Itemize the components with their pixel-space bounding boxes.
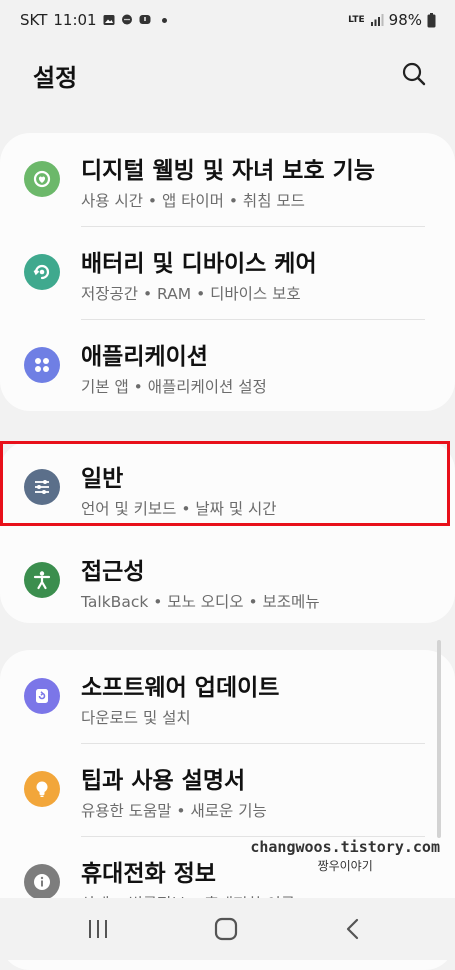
wellbeing-icon [24,161,60,197]
search-button[interactable] [400,60,428,88]
page-title: 설정 [33,64,78,92]
watermark-name: 짱우이야기 [317,859,373,873]
menu-item-digital-wellbeing[interactable]: 디지털 웰빙 및 자녀 보호 기능 사용 시간 • 앱 타이머 • 취침 모드 [0,133,455,226]
home-icon [214,917,238,941]
gallery-icon [103,15,115,25]
battery-icon [427,12,436,27]
highlight-box [0,441,450,526]
menu-item-title: 휴대전화 정보 [81,861,216,887]
battery-percent: 98% [388,11,422,29]
watermark-url: changwoos.tistory.com [250,838,440,856]
menu-item-subtitle: 기본 앱 • 애플리케이션 설정 [81,378,267,396]
menu-item-title: 팁과 사용 설명서 [81,768,246,794]
menu-item-subtitle: 저장공간 • RAM • 디바이스 보호 [81,285,301,303]
menu-item-subtitle: 다운로드 및 설치 [81,709,191,727]
signal-icon [370,14,384,26]
back-button[interactable] [338,916,368,942]
menu-item-title: 소프트웨어 업데이트 [81,675,280,701]
home-button[interactable] [211,916,241,942]
menu-item-battery-care[interactable]: 배터리 및 디바이스 케어 저장공간 • RAM • 디바이스 보호 [0,226,455,319]
device-care-icon [24,254,60,290]
recents-button[interactable] [83,916,113,942]
navigation-bar [0,898,455,960]
menu-item-accessibility[interactable]: 접근성 TalkBack • 모노 오디오 • 보조메뉴 [0,534,455,627]
lte-label: LTE [348,15,365,25]
recents-icon [89,920,107,938]
menu-item-title: 애플리케이션 [81,344,208,370]
lightbulb-icon [24,771,60,807]
menu-item-subtitle: TalkBack • 모노 오디오 • 보조메뉴 [81,593,320,611]
scrollbar[interactable] [437,640,441,838]
menu-item-title: 접근성 [81,559,145,585]
menu-item-title: 배터리 및 디바이스 케어 [81,251,317,277]
message-icon [139,15,151,24]
clock: 11:01 [53,11,97,29]
menu-item-tips[interactable]: 팁과 사용 설명서 유용한 도움말 • 새로운 기능 [0,743,455,836]
update-icon [24,678,60,714]
menu-item-software-update[interactable]: 소프트웨어 업데이트 다운로드 및 설치 [0,650,455,743]
carrier-label: SKT [20,11,48,29]
info-icon [24,864,60,900]
apps-icon [24,347,60,383]
header: 설정 [0,48,455,98]
menu-item-subtitle: 유용한 도움말 • 새로운 기능 [81,802,267,820]
chat-icon [121,14,132,25]
menu-item-applications[interactable]: 애플리케이션 기본 앱 • 애플리케이션 설정 [0,319,455,412]
accessibility-icon [24,562,60,598]
notification-dot [161,17,167,23]
status-bar: SKT 11:01 LTE 98% [0,0,455,40]
menu-item-subtitle: 사용 시간 • 앱 타이머 • 취침 모드 [81,192,305,210]
back-icon [346,918,359,940]
menu-item-title: 디지털 웰빙 및 자녀 보호 기능 [81,158,375,184]
settings-group-1: 디지털 웰빙 및 자녀 보호 기능 사용 시간 • 앱 타이머 • 취침 모드 … [0,133,455,411]
status-left: SKT 11:01 [20,11,167,29]
watermark: changwoos.tistory.com 짱우이야기 [250,838,440,874]
status-right: LTE 98% [348,11,436,29]
search-icon [402,62,426,86]
